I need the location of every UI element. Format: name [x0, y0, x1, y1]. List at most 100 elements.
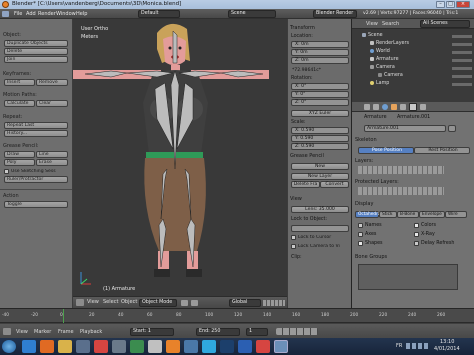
duplicate-objects-button[interactable]: Duplicate Objects: [4, 40, 68, 47]
network-icon[interactable]: [184, 340, 198, 353]
menu-outliner-view[interactable]: View: [366, 21, 378, 27]
location-x-field[interactable]: X: 0m: [291, 41, 349, 48]
scene-selector[interactable]: Scene: [228, 10, 276, 18]
location-y-field[interactable]: Y: 0m: [291, 49, 349, 56]
axes-checkbox[interactable]: [358, 232, 363, 237]
armature-figure[interactable]: [73, 19, 287, 296]
join-button[interactable]: Join: [4, 56, 68, 63]
xray-checkbox[interactable]: [414, 232, 419, 237]
outliner-row-renderlayers[interactable]: RenderLayers: [370, 40, 409, 47]
ie-icon[interactable]: [22, 340, 36, 353]
protected-layers-grid[interactable]: [358, 187, 444, 195]
rest-position-button[interactable]: Rest Position: [414, 147, 470, 154]
sketching-checkbox[interactable]: [4, 169, 9, 174]
toggle-button[interactable]: Toggle: [4, 201, 68, 208]
delay-refresh-checkbox[interactable]: [414, 241, 419, 246]
armature-data-tab-icon[interactable]: [409, 103, 417, 111]
layout-selector[interactable]: Default: [138, 10, 180, 18]
menu-select[interactable]: Select: [103, 299, 118, 305]
lock-object-field[interactable]: [291, 225, 349, 232]
start-frame-field[interactable]: Start: 1: [130, 328, 174, 336]
photoshop-icon[interactable]: [220, 340, 234, 353]
app-icon[interactable]: [76, 340, 90, 353]
word-icon[interactable]: [238, 340, 252, 353]
display-octahedral[interactable]: Octahedral: [355, 211, 382, 218]
outliner-row-camera-data[interactable]: Camera: [378, 72, 403, 79]
line-button[interactable]: Line: [36, 151, 68, 158]
outliner-scope-selector[interactable]: All Scenes: [420, 20, 470, 28]
settings-icon[interactable]: [112, 340, 126, 353]
folder-icon[interactable]: [58, 340, 72, 353]
grease-new-button[interactable]: New: [291, 163, 349, 170]
scale-y-field[interactable]: Y: 0.590: [291, 135, 349, 142]
location-z-field[interactable]: Z: 0m: [291, 57, 349, 64]
close-button[interactable]: ×: [456, 1, 470, 8]
playback-controls[interactable]: [276, 328, 318, 335]
delete-button[interactable]: Delete: [4, 48, 68, 55]
paint-icon[interactable]: [148, 340, 162, 353]
3d-viewport[interactable]: User Ortho Meters (1) Armature: [73, 19, 287, 296]
tray-icons[interactable]: [406, 343, 430, 349]
timeline[interactable]: -40 -20 0 20 40 60 80 100 120 140 160 18…: [0, 308, 474, 339]
timeline-menu-marker[interactable]: Marker: [34, 329, 51, 335]
armature-name-field[interactable]: Armature.001: [364, 125, 446, 132]
repeat-last-button[interactable]: Repeat Last: [4, 122, 68, 129]
insert-keyframe-button[interactable]: Insert: [4, 79, 35, 86]
render-tab-icon[interactable]: [364, 104, 370, 110]
rotation-z-field[interactable]: Z: 0°: [291, 99, 349, 106]
menu-window[interactable]: Window: [56, 9, 76, 19]
ruler-protractor-button[interactable]: Ruler/Protractor: [4, 176, 68, 183]
euler-mode-selector[interactable]: XYZ Euler: [291, 110, 349, 117]
history-button[interactable]: History...: [4, 130, 68, 137]
delete-frame-button[interactable]: Delete Fra: [291, 181, 320, 188]
media-icon[interactable]: [130, 340, 144, 353]
blender-taskbar-icon[interactable]: [166, 340, 180, 353]
menu-add[interactable]: Add: [26, 9, 36, 19]
timeline-menu-view[interactable]: View: [16, 329, 28, 335]
active-window-icon[interactable]: [274, 340, 288, 353]
shading-button[interactable]: [181, 300, 188, 306]
minimize-button[interactable]: –: [436, 1, 445, 8]
chrome-icon[interactable]: [94, 340, 108, 353]
mode-selector[interactable]: Object Mode: [139, 299, 177, 307]
calculate-button[interactable]: Calculate: [4, 100, 35, 107]
scale-x-field[interactable]: X: 0.590: [291, 127, 349, 134]
object-tab-icon[interactable]: [391, 104, 397, 110]
outliner-visibility-icons[interactable]: [452, 33, 472, 87]
end-frame-field[interactable]: End: 250: [196, 328, 240, 336]
outliner-row-scene[interactable]: Scene: [362, 32, 383, 39]
scale-z-field[interactable]: Z: 0.590: [291, 143, 349, 150]
remove-keyframe-button[interactable]: Remove: [36, 79, 68, 86]
orientation-selector[interactable]: Global: [229, 299, 261, 307]
outliner-row-armature[interactable]: Armature: [370, 56, 399, 63]
rotation-y-field[interactable]: Y: 0°: [291, 91, 349, 98]
display-stick[interactable]: Stick: [379, 211, 397, 218]
erase-button[interactable]: Erase: [36, 159, 68, 166]
firefox-icon[interactable]: [40, 340, 54, 353]
menu-view[interactable]: View: [87, 299, 99, 305]
bone-groups-list[interactable]: [358, 264, 458, 290]
lock-camera-checkbox[interactable]: [291, 244, 296, 249]
timeline-menu-frame[interactable]: Frame: [58, 329, 74, 335]
names-checkbox[interactable]: [358, 223, 363, 228]
display-envelope[interactable]: Envelope: [419, 211, 445, 218]
scene-tab-icon[interactable]: [373, 104, 379, 110]
menu-object[interactable]: Object: [121, 299, 137, 305]
outliner-row-world[interactable]: World: [370, 48, 390, 55]
lens-field[interactable]: Lens: 35.000: [291, 206, 349, 213]
chrome2-icon[interactable]: [256, 340, 270, 353]
rotation-x-field[interactable]: X: 0°: [291, 83, 349, 90]
viewport-editor-icon[interactable]: [76, 299, 84, 306]
menu-render[interactable]: Render: [38, 9, 56, 19]
skype-icon[interactable]: [202, 340, 216, 353]
maximize-button[interactable]: □: [446, 1, 455, 8]
convert-button[interactable]: Convert: [320, 181, 349, 188]
playhead[interactable]: [63, 309, 64, 323]
timeline-ruler[interactable]: -40 -20 0 20 40 60 80 100 120 140 160 18…: [0, 309, 474, 323]
poly-button[interactable]: Poly: [4, 159, 35, 166]
language-indicator[interactable]: FR: [396, 343, 402, 349]
render-engine-selector[interactable]: Blender Render: [313, 10, 357, 18]
menu-help[interactable]: Help: [76, 9, 87, 19]
timeline-menu-playback[interactable]: Playback: [80, 329, 102, 335]
outliner-row-lamp[interactable]: Lamp: [370, 80, 389, 87]
